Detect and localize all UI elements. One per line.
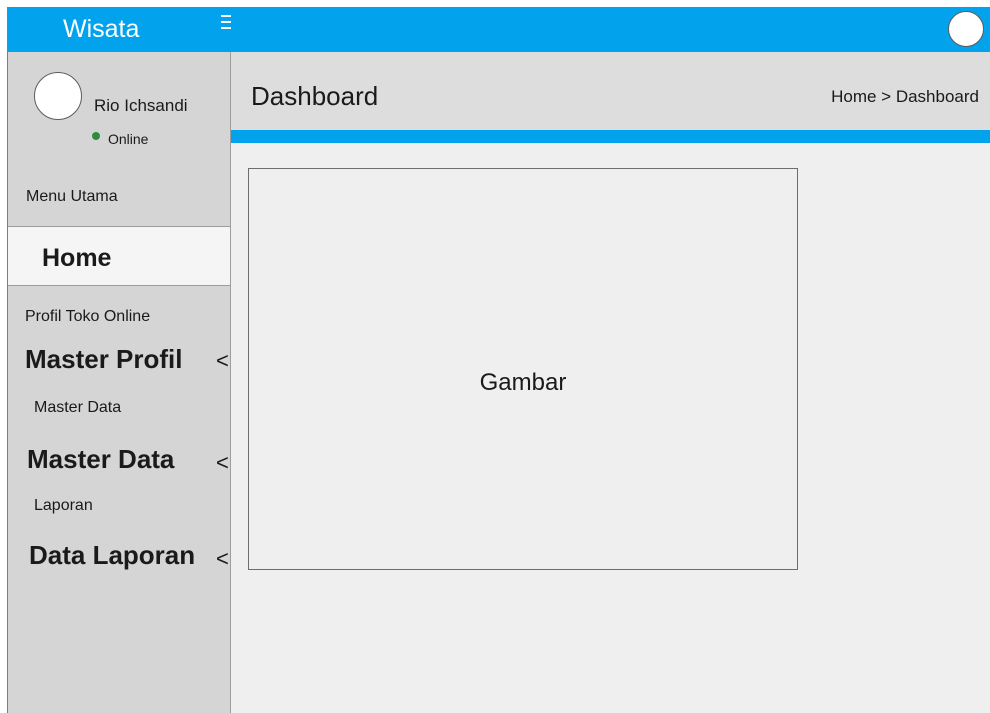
user-name: Rio Ichsandi [94,96,188,115]
section-label-profil-toko-online: Profil Toko Online [25,308,151,325]
page-title: Dashboard [251,81,379,111]
chevron-left-icon: < [216,348,229,373]
online-status-icon [92,132,100,140]
content-header: Dashboard Home > Dashboard [231,52,990,130]
section-label-menu-utama: Menu Utama [26,188,118,205]
chevron-left-icon: < [216,450,229,475]
sidebar: Rio Ichsandi Online Menu Utama Home Prof… [8,52,231,713]
user-avatar-icon [34,72,82,120]
sidebar-item-label: Master Data [27,444,175,474]
image-placeholder-label: Gambar [479,369,567,396]
sidebar-item-master-data[interactable]: Master Data < [8,444,230,480]
content-header-accent-bar [231,130,990,143]
chevron-left-icon: < [216,546,229,571]
user-status: Online [108,131,149,147]
top-user-avatar-icon[interactable] [948,11,984,47]
hamburger-icon[interactable] [221,15,232,33]
image-placeholder: Gambar [248,168,798,570]
sidebar-item-master-profil[interactable]: Master Profil < [8,344,230,380]
section-label-master-data: Master Data [34,399,122,416]
sidebar-item-label: Data Laporan [29,540,196,570]
top-navbar: Wisata [8,7,990,52]
sidebar-item-label: Master Profil [25,344,183,374]
app-window: Wisata Rio Ichsandi Online Menu Utama Ho… [7,7,990,713]
brand-title[interactable]: Wisata [63,15,139,44]
section-label-laporan: Laporan [34,497,93,514]
breadcrumb[interactable]: Home > Dashboard [831,87,979,107]
sidebar-item-data-laporan[interactable]: Data Laporan < [8,540,230,576]
sidebar-item-home[interactable]: Home [8,226,230,286]
sidebar-item-label: Home [42,244,112,272]
